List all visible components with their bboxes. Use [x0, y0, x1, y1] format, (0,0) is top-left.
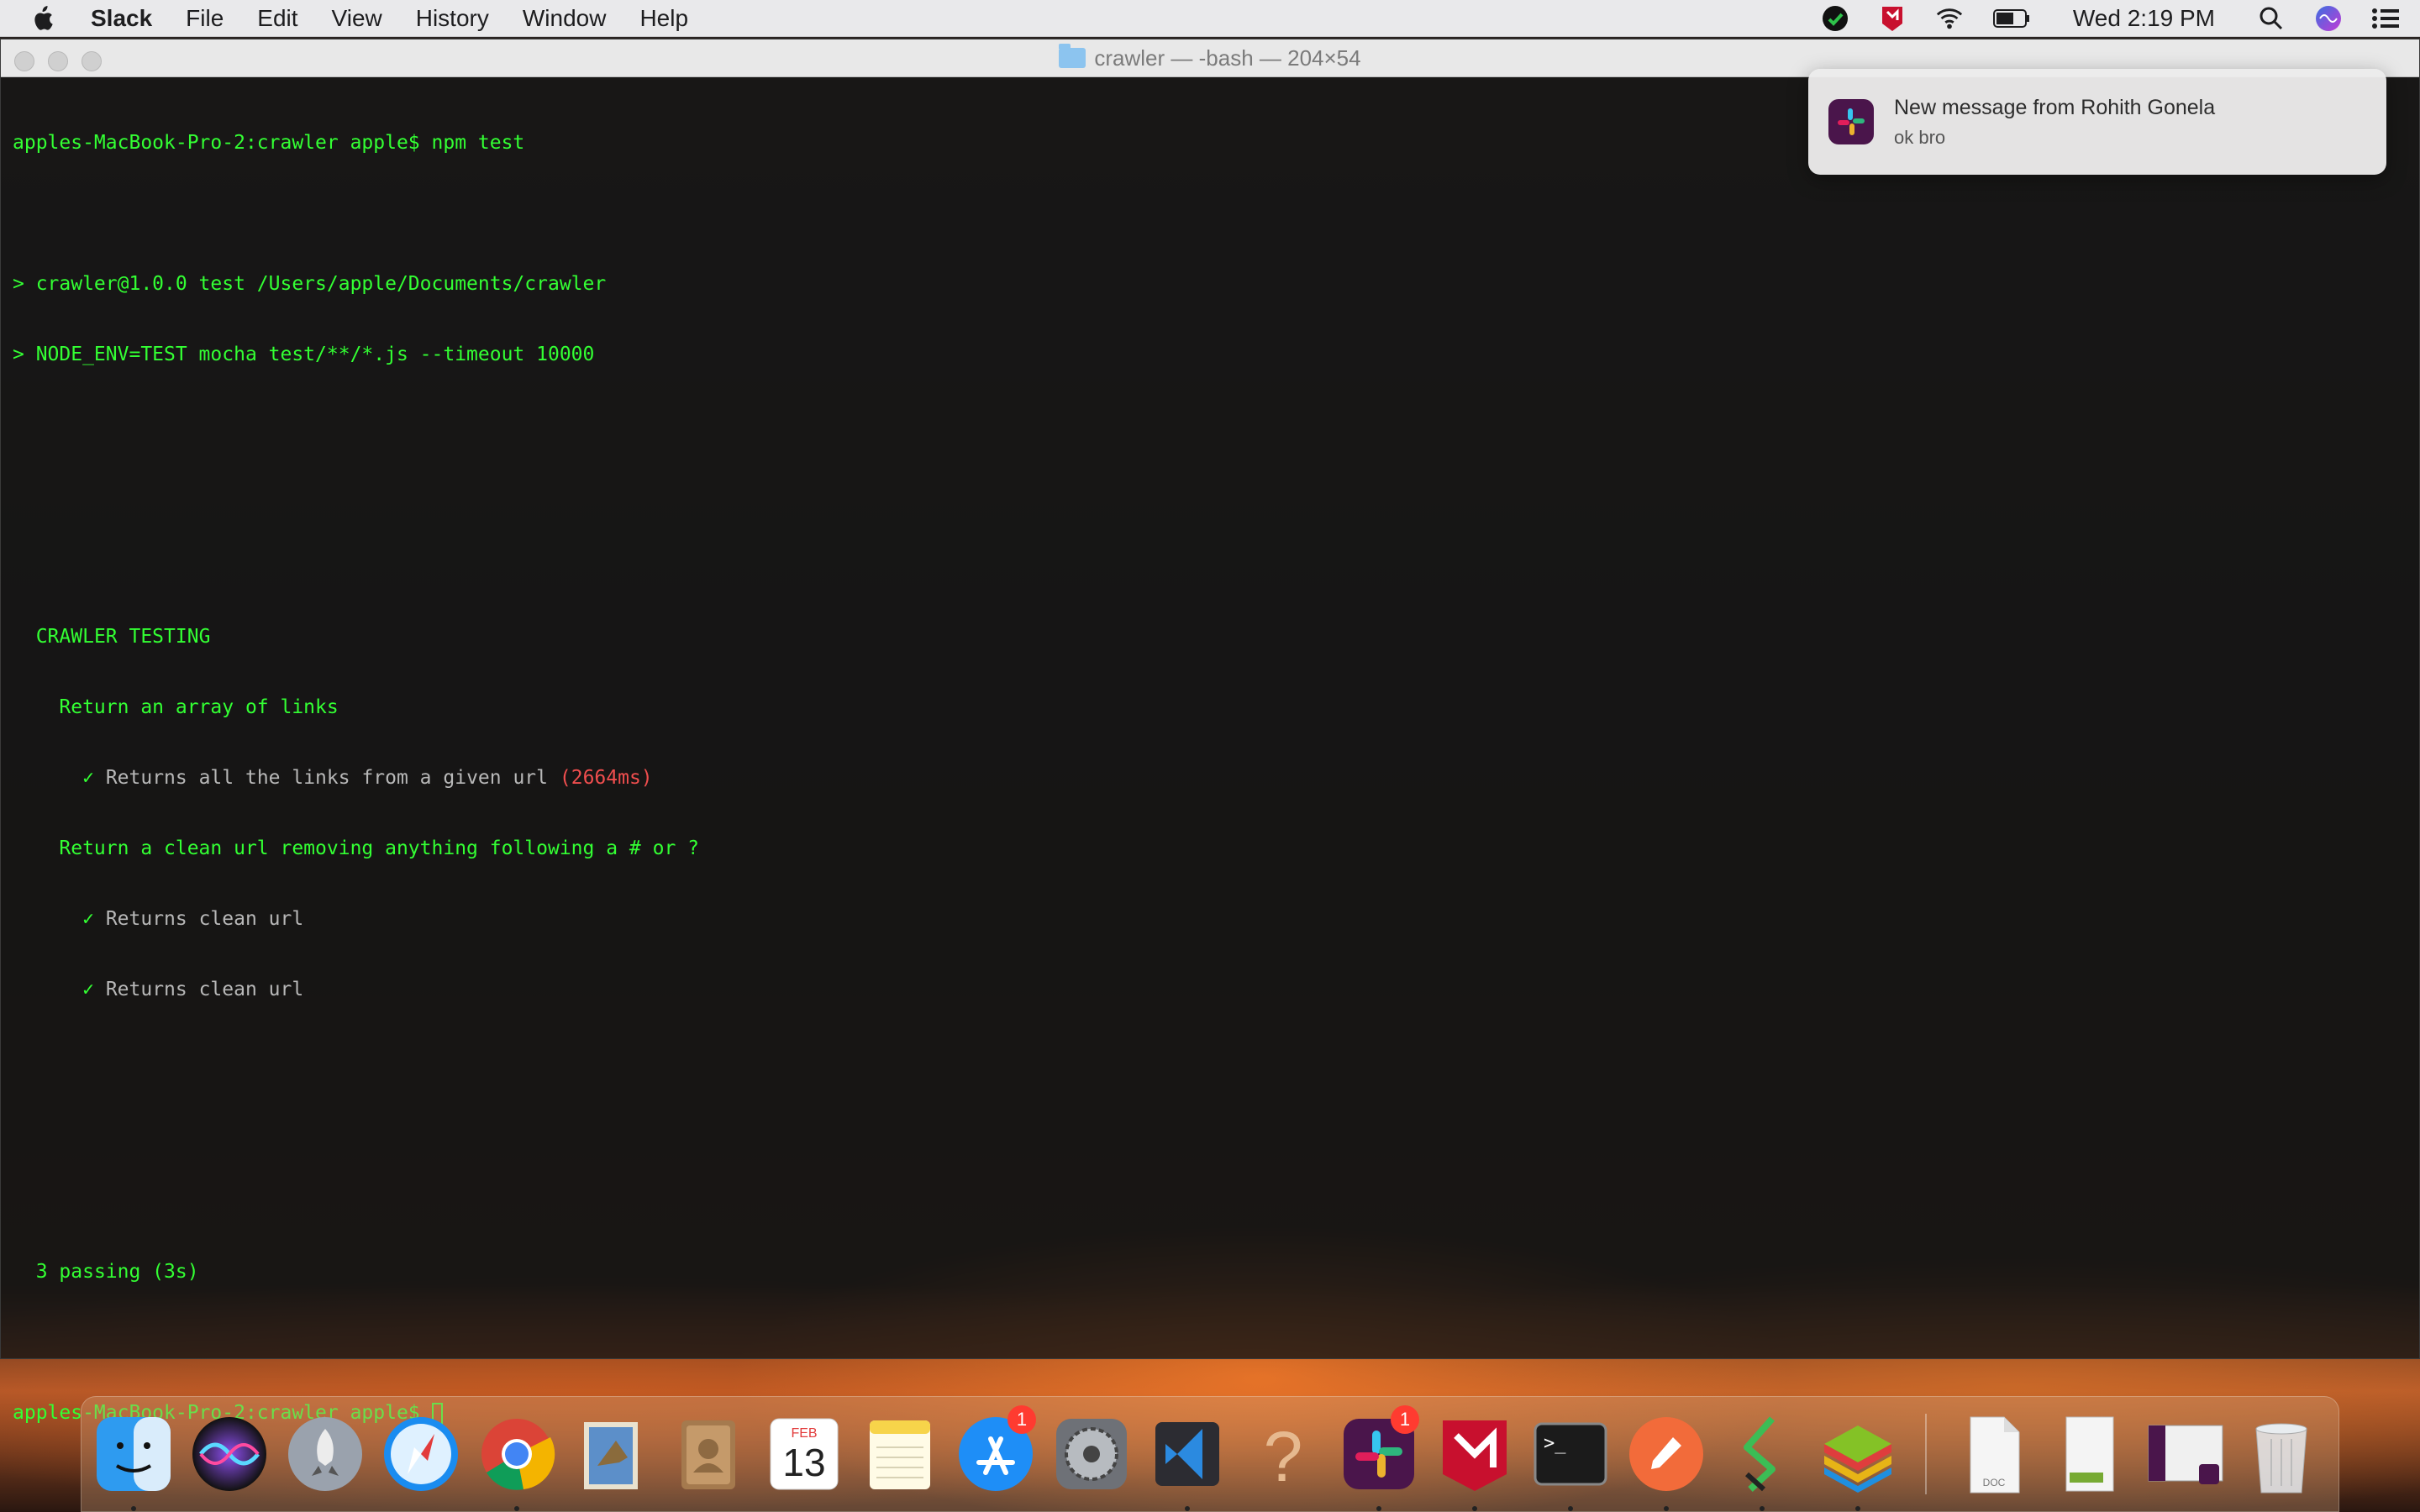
notification-center-icon[interactable] [2371, 4, 2400, 33]
menu-edit[interactable]: Edit [240, 5, 314, 32]
compass-icon [384, 1417, 458, 1491]
terminal-output[interactable]: apples-MacBook-Pro-2:crawler apple$ npm … [1, 77, 2419, 1478]
siri-icon [192, 1417, 266, 1491]
notes-icon [870, 1420, 930, 1489]
dock-finder[interactable] [92, 1412, 176, 1511]
bluestacks-icon [1824, 1425, 1891, 1493]
dock-notes[interactable] [858, 1412, 942, 1496]
dock-app-store[interactable]: 1 [954, 1405, 1038, 1496]
postman-icon [1629, 1417, 1703, 1491]
help-icon: ? [1264, 1417, 1303, 1494]
apple-menu-icon[interactable] [0, 5, 84, 32]
dock-siri[interactable] [187, 1412, 271, 1496]
screenshot-icon [2148, 1425, 2223, 1484]
menu-file[interactable]: File [169, 5, 240, 32]
calendar-day: 13 [782, 1441, 825, 1484]
menu-bar: Slack File Edit View History Window Help… [0, 0, 2420, 37]
dock-terminal[interactable]: >_ [1528, 1412, 1612, 1511]
dock-screenshot-1[interactable] [2048, 1412, 2132, 1496]
test-suite-title: CRAWLER TESTING [35, 626, 211, 648]
dock-mcafee[interactable] [1433, 1412, 1517, 1511]
dock-chrome[interactable] [475, 1412, 559, 1511]
test-group-title: Return an array of links [59, 696, 339, 718]
notification-title: New message from Rohith Gonela [1894, 95, 2216, 119]
check-icon: ✓ [82, 908, 94, 930]
test-result: Returns all the links from a given url [105, 767, 549, 789]
calendar-icon: FEB13 [770, 1418, 839, 1490]
zoom-button[interactable] [82, 51, 102, 71]
dock: FEB 13 1 ? 1 >_ DOC [81, 1396, 2339, 1512]
calendar-month: FEB [791, 1426, 817, 1441]
menubar-clock[interactable]: Wed 2:19 PM [2073, 5, 2215, 32]
notification-badge: 1 [1007, 1405, 1036, 1434]
test-duration: (2664ms) [559, 767, 653, 789]
contacts-icon [681, 1420, 735, 1489]
test-result: Returns clean url [105, 979, 304, 1000]
menu-history[interactable]: History [399, 5, 506, 32]
menu-app-name[interactable]: Slack [84, 5, 169, 32]
mcafee-icon [1443, 1420, 1507, 1491]
rocket-icon [288, 1417, 362, 1491]
wifi-icon[interactable] [1935, 4, 1964, 33]
menu-help[interactable]: Help [623, 5, 705, 32]
finder-icon [97, 1417, 171, 1491]
test-result: Returns clean url [105, 908, 304, 930]
dock-postman[interactable] [1624, 1412, 1708, 1511]
terminal-glyph: >_ [1544, 1433, 1566, 1454]
dock-screenshot-2[interactable] [2144, 1412, 2228, 1496]
sublime-merge-icon [1744, 1416, 1776, 1492]
dock-help[interactable]: ? [1241, 1412, 1325, 1496]
notification-body: ok bro [1894, 126, 1946, 148]
dock-calendar[interactable]: FEB 13 [762, 1412, 846, 1496]
dock-trash[interactable] [2239, 1412, 2323, 1496]
dock-bluestacks[interactable] [1816, 1412, 1900, 1511]
dock-mail[interactable] [571, 1412, 655, 1496]
slack-icon [1828, 99, 1874, 144]
test-summary: 3 passing (3s) [35, 1261, 199, 1283]
terminal-icon: >_ [1534, 1422, 1607, 1486]
menu-view[interactable]: View [315, 5, 399, 32]
check-icon: ✓ [82, 767, 94, 789]
terminal-line: > crawler@1.0.0 test /Users/apple/Docume… [13, 273, 607, 295]
mcafee-icon[interactable] [1878, 4, 1907, 33]
folder-icon [1059, 44, 1086, 68]
dock-document[interactable]: DOC [1952, 1412, 2036, 1496]
dock-slack[interactable]: 1 [1337, 1405, 1421, 1511]
dock-safari[interactable] [379, 1412, 463, 1496]
check-icon: ✓ [82, 979, 94, 1000]
battery-icon[interactable] [1992, 4, 2031, 33]
mail-icon [584, 1422, 638, 1489]
close-button[interactable] [14, 51, 34, 71]
chrome-icon [481, 1419, 555, 1490]
terminal-title: crawler — -bash — 204×54 [1094, 45, 1361, 71]
minimize-button[interactable] [48, 51, 68, 71]
dock-vscode[interactable] [1145, 1412, 1229, 1511]
dock-contacts[interactable] [666, 1412, 750, 1496]
menu-window[interactable]: Window [506, 5, 623, 32]
test-group-title: Return a clean url removing anything fol… [59, 837, 699, 859]
search-icon[interactable] [2257, 4, 2286, 33]
screenshot-icon [2065, 1416, 2114, 1492]
terminal-line: > NODE_ENV=TEST mocha test/**/*.js --tim… [13, 344, 595, 365]
notification-badge: 1 [1391, 1405, 1419, 1434]
help-glyph: ? [1264, 1417, 1303, 1494]
dock-launchpad[interactable] [283, 1412, 367, 1496]
terminal-window[interactable]: crawler — -bash — 204×54 apples-MacBook-… [0, 39, 2420, 1425]
dock-system-preferences[interactable] [1050, 1412, 1134, 1496]
document-label: DOC [1983, 1477, 2006, 1488]
gear-icon [1056, 1419, 1127, 1489]
trash-icon [2255, 1423, 2307, 1494]
siri-icon[interactable] [2314, 4, 2343, 33]
document-icon: DOC [1970, 1416, 2020, 1494]
slack-notification[interactable]: New message from Rohith Gonela ok bro [1808, 69, 2386, 175]
vscode-icon [1155, 1422, 1219, 1486]
dock-sublime-merge[interactable] [1720, 1412, 1804, 1511]
wechat-icon[interactable] [1821, 4, 1849, 33]
dock-separator [1925, 1414, 1927, 1494]
